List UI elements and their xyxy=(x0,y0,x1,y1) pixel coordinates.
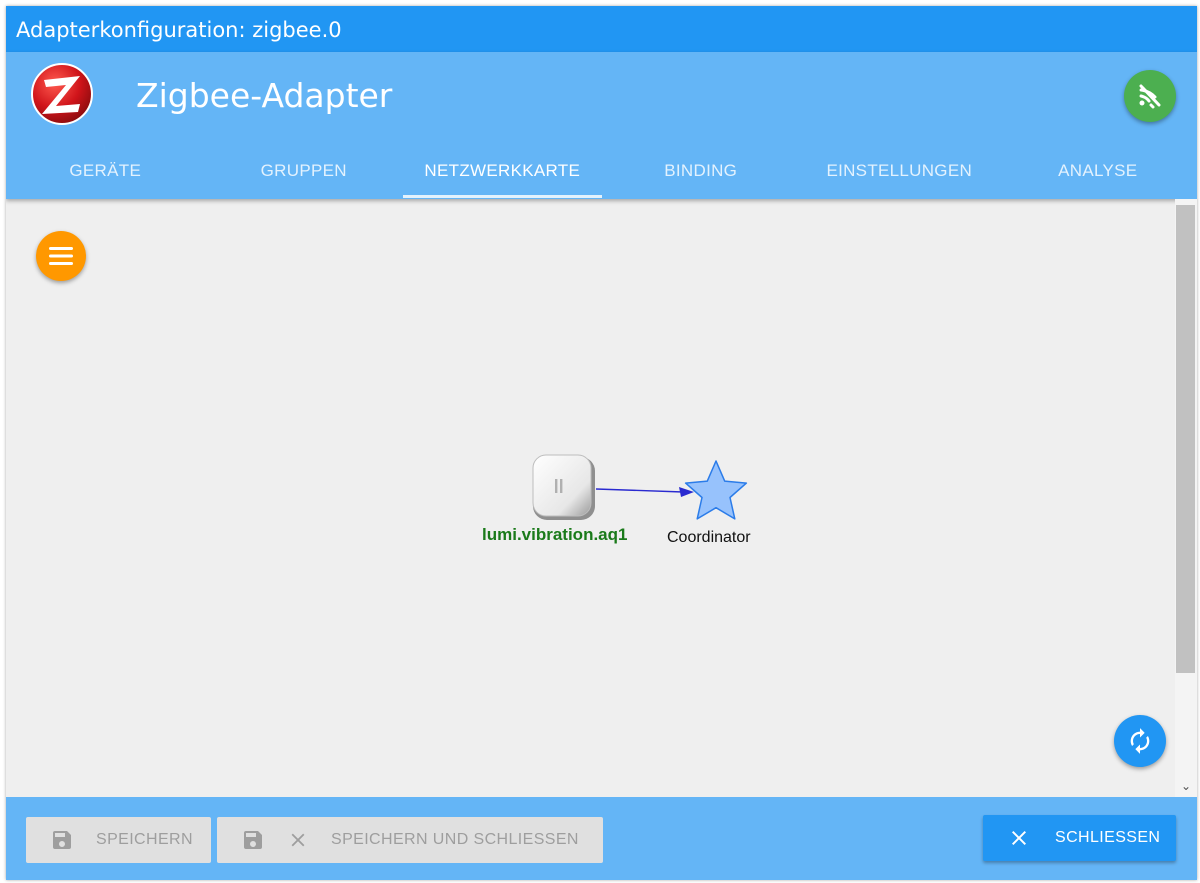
network-link xyxy=(595,488,684,493)
network-graph xyxy=(532,454,748,520)
adapter-config-window: Adapterkonfiguration: zigbee.0 Zigbee-Ad… xyxy=(6,6,1197,880)
connection-status-button[interactable] xyxy=(1124,70,1176,122)
save-icon xyxy=(50,828,74,852)
app-bar: Zigbee-Adapter GERÄTE GRUPPEN NETZWERKKA… xyxy=(6,52,1197,199)
coordinator-label: Coordinator xyxy=(667,529,751,546)
device-label: lumi.vibration.aq1 xyxy=(482,525,628,544)
app-title: Zigbee-Adapter xyxy=(136,76,393,115)
tab-netzwerkkarte[interactable]: NETZWERKKARTE xyxy=(403,151,602,199)
save-button[interactable]: SPEICHERN xyxy=(26,817,211,863)
vertical-scrollbar[interactable]: ⌄ xyxy=(1175,199,1197,797)
close-icon xyxy=(287,829,309,851)
close-button[interactable]: SCHLIESSEN xyxy=(983,815,1176,861)
window-title: Adapterkonfiguration: zigbee.0 xyxy=(6,6,1197,52)
zigbee-logo-icon xyxy=(31,63,93,125)
save-icon xyxy=(241,828,265,852)
wifi-signal-icon xyxy=(1139,84,1161,109)
tab-analyse[interactable]: ANALYSE xyxy=(999,151,1198,199)
scrollbar-thumb[interactable] xyxy=(1176,205,1195,673)
save-button-label: SPEICHERN xyxy=(96,831,193,848)
save-and-close-button[interactable]: SPEICHERN UND SCHLIESSEN xyxy=(217,817,603,863)
footer-bar: SPEICHERN SPEICHERN UND SCHLIESSEN SCHLI… xyxy=(6,797,1197,880)
network-map-area[interactable]: lumi.vibration.aq1 Coordinator xyxy=(6,199,1175,797)
tab-bar: GERÄTE GRUPPEN NETZWERKKARTE BINDING EIN… xyxy=(6,151,1197,199)
refresh-map-button[interactable] xyxy=(1114,715,1166,767)
tab-binding[interactable]: BINDING xyxy=(602,151,801,199)
vibration-sensor-icon[interactable] xyxy=(532,454,595,520)
tab-geraete[interactable]: GERÄTE xyxy=(6,151,205,199)
save-and-close-button-label: SPEICHERN UND SCHLIESSEN xyxy=(331,831,579,848)
tab-gruppen[interactable]: GRUPPEN xyxy=(205,151,404,199)
close-button-label: SCHLIESSEN xyxy=(1055,829,1161,846)
scroll-down-arrow-icon[interactable]: ⌄ xyxy=(1175,777,1197,795)
tab-einstellungen[interactable]: EINSTELLUNGEN xyxy=(800,151,999,199)
refresh-icon xyxy=(1130,728,1150,754)
close-icon xyxy=(1007,826,1031,850)
star-icon[interactable] xyxy=(684,460,748,520)
